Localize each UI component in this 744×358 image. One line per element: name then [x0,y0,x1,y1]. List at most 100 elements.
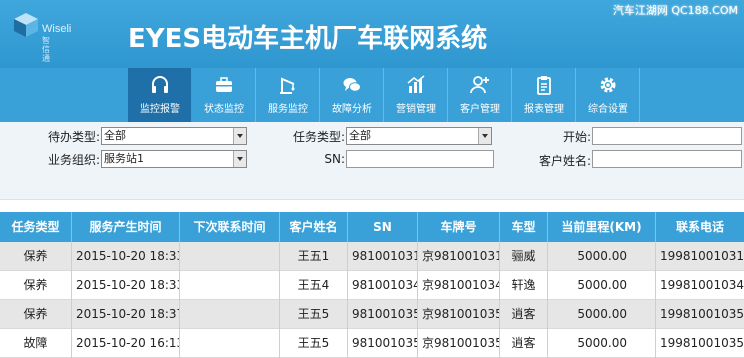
column-header[interactable]: 车型 [500,212,548,242]
chevron-down-icon [233,128,246,144]
cell-task-type: 故障 [0,329,72,358]
column-header[interactable]: 车牌号 [418,212,500,242]
nav-label: 客户管理 [460,104,500,115]
task-type-select[interactable]: 全部 [346,127,492,145]
nav-item-reports[interactable]: 报表管理 [512,68,576,122]
report-icon [537,76,551,95]
cell-service-time: 2015-10-20 18:33 [72,271,180,300]
nav-label: 报表管理 [524,104,564,115]
cell-phone: 19981001035 [660,307,744,321]
column-header[interactable]: 服务产生时间 [72,212,180,242]
cell-service-time: 2015-10-20 16:13 [72,329,180,358]
cell-phone: 19981001031 [660,249,744,263]
nav-label: 服务监控 [268,104,308,115]
cell-customer: 王五5 [280,300,348,329]
cell-customer: 王五5 [280,329,348,358]
cell-plate: 京981001034 [418,271,500,300]
table-row[interactable]: 保养 2015-10-20 18:33 王五4 981001034 京98100… [0,271,744,300]
cell-next-contact [180,300,280,329]
sn-input[interactable] [346,150,494,168]
cell-next-contact [180,242,280,271]
add-user-icon [470,76,489,94]
org-value: 服务站1 [104,152,144,165]
cell-task-type: 保养 [0,271,72,300]
chart-tools-icon [407,75,425,93]
gear-icon [600,77,616,93]
cell-model: 逍客 [500,329,548,358]
cell-mileage: 5000.00 [548,242,656,271]
nav-label: 状态监控 [204,104,244,115]
cell-customer: 王五4 [280,271,348,300]
cell-next-contact [180,271,280,300]
main-nav-band: 监控报警 状态监控 服务监控 故障分析 营销管理 客户管理 报表管理 综合设置 [0,68,744,122]
logo-cube-icon [14,13,38,37]
nav-item-customer[interactable]: 客户管理 [448,68,512,122]
column-header[interactable]: 任务类型 [0,212,72,242]
chevron-down-icon [233,151,246,167]
app-title: EYES电动车主机厂车联网系统 [128,24,488,54]
logo-text: Wiseli [42,23,72,35]
watermark: 汽车江湖网 QC188.COM [612,4,738,17]
cell-customer: 王五1 [280,242,348,271]
cell-plate: 京981001035 [418,329,500,358]
chevron-down-icon [478,128,491,144]
table-row[interactable]: 保养 2015-10-20 18:37 王五5 981001035 京98100… [0,300,744,329]
app-header: Wiseli 智信通 EYES电动车主机厂车联网系统 汽车江湖网 QC188.C… [0,0,744,68]
main-nav: 监控报警 状态监控 服务监控 故障分析 营销管理 客户管理 报表管理 综合设置 [128,68,640,122]
cell-model: 逍客 [500,300,548,329]
logo: Wiseli 智信通 [12,12,71,63]
cell-plate: 京981001031 [418,242,500,271]
org-select[interactable]: 服务站1 [101,150,247,168]
nav-label: 营销管理 [396,104,436,115]
cell-service-time: 2015-10-20 18:33 [72,242,180,271]
column-header[interactable]: 当前里程(KM) [548,212,656,242]
cell-model: 轩逸 [500,271,548,300]
cell-sn: 981001034 [348,271,418,300]
logo-subtext: 智信通 [42,36,50,63]
pending-type-value: 全部 [104,129,126,142]
crane-icon [280,77,295,94]
org-label: 业务组织: [47,153,100,167]
column-header[interactable]: 客户姓名 [280,212,348,242]
cell-plate: 京981001035 [418,300,500,329]
cell-task-type: 保养 [0,300,72,329]
task-type-value: 全部 [349,129,371,142]
nav-label: 监控报警 [140,104,180,115]
start-label: 开始: [562,130,591,144]
column-header[interactable]: 联系电话 [656,212,744,242]
start-input[interactable] [592,127,742,145]
table-row[interactable]: 保养 2015-10-20 18:33 王五1 981001031 京98100… [0,242,744,271]
table-header: 任务类型 服务产生时间 下次联系时间 客户姓名 SN 车牌号 车型 当前里程(K… [0,212,744,242]
nav-item-service-monitor[interactable]: 服务监控 [256,68,320,122]
cell-sn: 981001031 [348,242,418,271]
column-header[interactable]: 下次联系时间 [180,212,280,242]
cell-mileage: 5000.00 [548,300,656,329]
cell-task-type: 保养 [0,242,72,271]
nav-item-monitor-alarm[interactable]: 监控报警 [128,68,192,122]
cell-mileage: 5000.00 [548,329,656,358]
customer-input[interactable] [592,150,742,168]
pending-type-label: 待办类型: [47,130,100,144]
cell-phone: 19981001034 [660,278,744,292]
cell-sn: 981001035 [348,329,418,358]
nav-item-marketing[interactable]: 营销管理 [384,68,448,122]
headset-icon [152,76,168,93]
column-header[interactable]: SN [348,212,418,242]
cell-sn: 981001035 [348,300,418,329]
nav-item-fault-analysis[interactable]: 故障分析 [320,68,384,122]
cell-phone: 19981001035 [660,336,744,350]
nav-label: 故障分析 [332,104,372,115]
briefcase-icon [216,77,232,92]
cell-next-contact [180,329,280,358]
customer-label: 客户姓名: [538,154,591,168]
filter-panel: 待办类型: 全部 任务类型: 全部 开始: 业务组织: 服务站1 SN: 客户姓… [0,122,744,200]
table-row[interactable]: 故障 2015-10-20 16:13 王五5 981001035 京98100… [0,329,744,358]
nav-item-status-monitor[interactable]: 状态监控 [192,68,256,122]
pending-type-select[interactable]: 全部 [101,127,247,145]
chat-bubbles-icon [343,78,361,92]
nav-label: 综合设置 [588,104,628,115]
cell-model: 骊威 [500,242,548,271]
nav-item-settings[interactable]: 综合设置 [576,68,640,122]
cell-mileage: 5000.00 [548,271,656,300]
sn-label: SN: [324,152,345,166]
